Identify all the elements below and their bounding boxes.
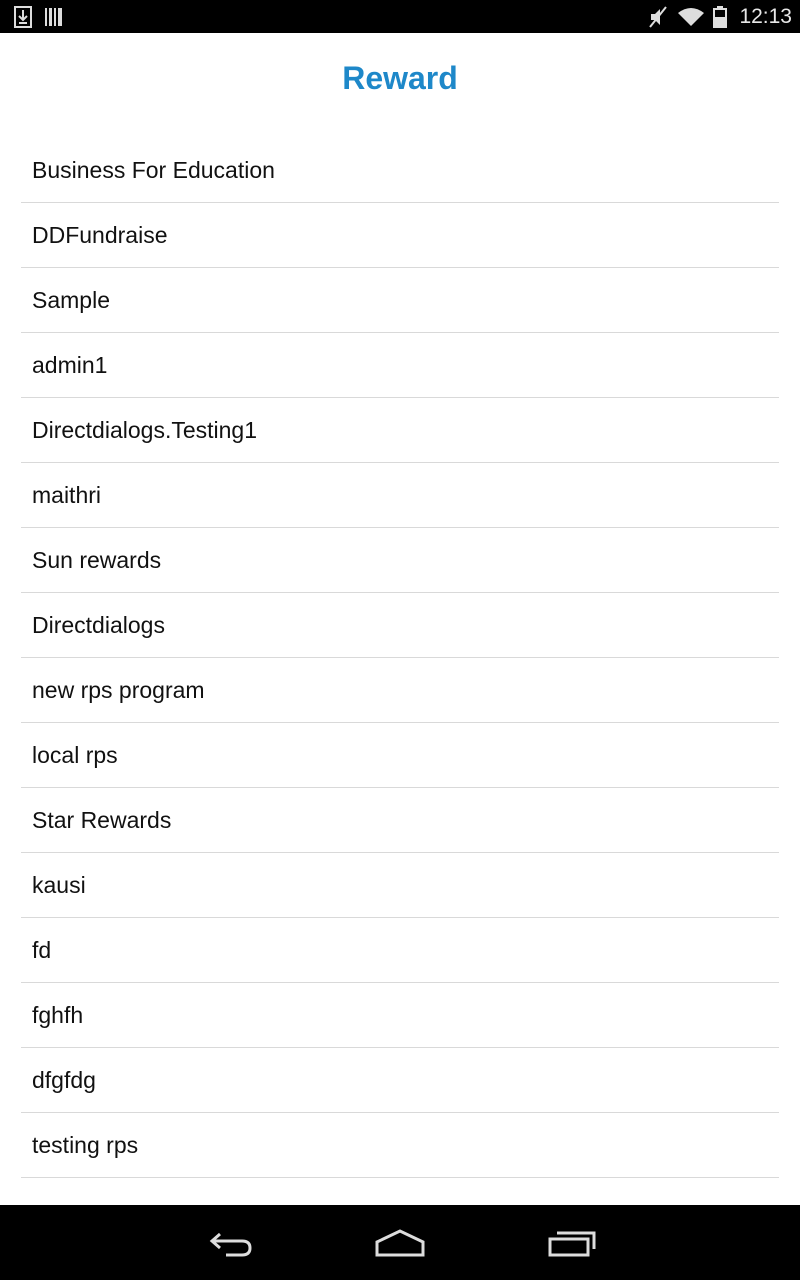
status-bar: 12:13: [0, 0, 800, 33]
home-icon: [375, 1229, 425, 1257]
list-item[interactable]: Directdialogs.Testing1: [21, 398, 779, 463]
list-item[interactable]: DDFundraise: [21, 203, 779, 268]
back-button[interactable]: [200, 1225, 260, 1261]
list-item[interactable]: maithri: [21, 463, 779, 528]
status-clock: 12:13: [739, 5, 792, 28]
download-icon: [14, 6, 32, 28]
list-item[interactable]: admin1: [21, 333, 779, 398]
home-button[interactable]: [370, 1225, 430, 1261]
list-item[interactable]: Sample: [21, 268, 779, 333]
list-item[interactable]: local rps: [21, 723, 779, 788]
list-item[interactable]: kausi: [21, 853, 779, 918]
recent-apps-icon: [548, 1231, 596, 1257]
mute-icon: [649, 6, 668, 28]
back-icon: [209, 1232, 252, 1257]
wifi-icon: [678, 8, 705, 26]
list-item[interactable]: Business For Education: [21, 138, 779, 203]
list-item[interactable]: Star Rewards: [21, 788, 779, 853]
list-item[interactable]: Sun rewards: [21, 528, 779, 593]
reward-list: Business For Education DDFundraise Sampl…: [21, 138, 779, 1178]
battery-icon: [713, 6, 728, 28]
page-title: Reward: [342, 59, 458, 96]
list-item[interactable]: Directdialogs: [21, 593, 779, 658]
list-item[interactable]: fd: [21, 918, 779, 983]
title-bar: Reward: [0, 33, 800, 123]
recent-apps-button[interactable]: [542, 1225, 602, 1261]
list-item[interactable]: testing rps: [21, 1113, 779, 1178]
navigation-bar: [0, 1205, 800, 1280]
barcode-icon: [45, 8, 62, 26]
list-item[interactable]: fghfh: [21, 983, 779, 1048]
list-item[interactable]: new rps program: [21, 658, 779, 723]
list-item[interactable]: dfgfdg: [21, 1048, 779, 1113]
